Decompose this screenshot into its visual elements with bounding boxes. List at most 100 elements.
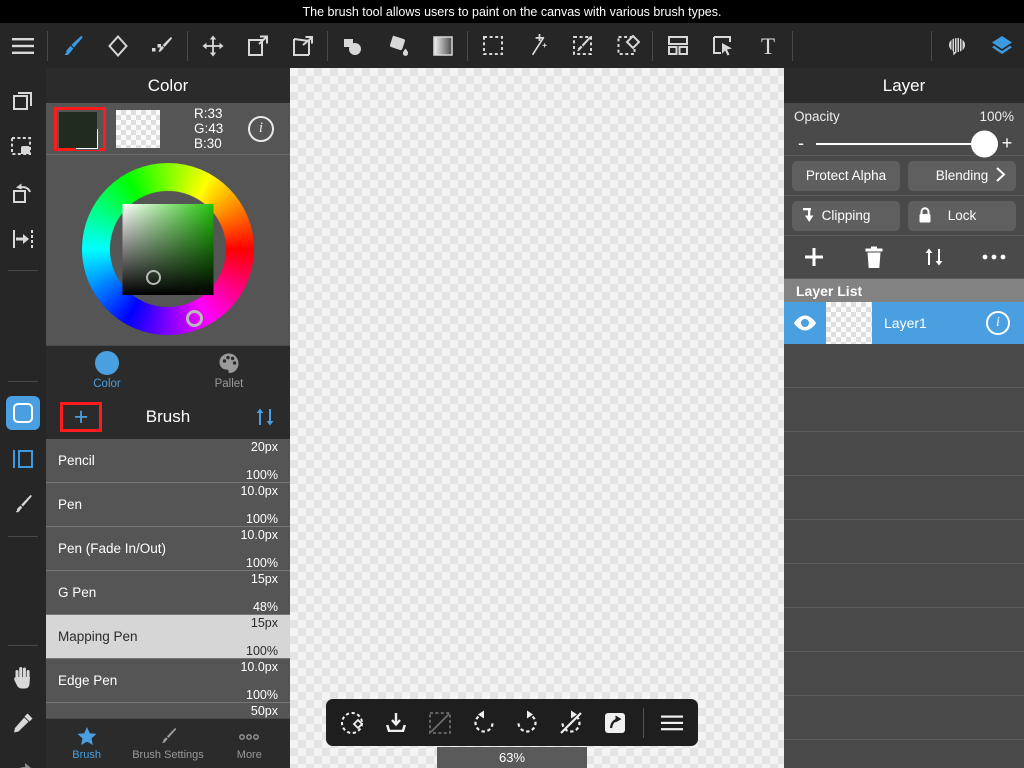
rotation-lock-icon[interactable] [549,699,593,746]
sv-cursor-icon[interactable] [146,270,161,285]
object-select-tool-icon[interactable] [700,23,745,68]
divide-frame-tool-icon[interactable] [655,23,700,68]
canvas-split-icon[interactable] [0,436,46,482]
drawing-canvas[interactable] [290,68,784,768]
more-layer-options-button[interactable] [964,252,1024,262]
tab-brush-label: Brush [72,749,101,761]
bucket-fill-tool-icon[interactable] [375,23,420,68]
rail-divider [8,270,38,271]
saturation-value-square[interactable] [123,204,214,295]
layer-visibility-icon[interactable] [784,314,826,332]
share-icon[interactable] [593,699,637,746]
opacity-increase-button[interactable]: + [1000,133,1014,154]
brush-name: Pen [58,497,82,512]
chevron-right-icon [995,167,1006,185]
more-dots-icon [235,726,263,747]
add-layer-button[interactable] [784,246,844,268]
canvas-icon[interactable] [0,390,46,436]
color-info-icon[interactable]: i [248,116,274,142]
layer-thumbnail[interactable] [826,302,872,344]
brush-panel-title: Brush [146,407,190,427]
reorder-layer-button[interactable] [904,246,964,268]
layer-list-item[interactable]: Layer1 i [784,302,1024,344]
deselect-icon[interactable] [418,699,462,746]
select-pen-tool-icon[interactable] [560,23,605,68]
flip-icon[interactable] [0,216,46,262]
clipping-label: Clipping [822,208,871,223]
reset-rotation-icon[interactable] [330,699,374,746]
menu-icon[interactable] [0,23,45,68]
speech-balloon-tool-icon[interactable] [934,23,979,68]
move-tool-icon[interactable] [190,23,235,68]
brush-list-item[interactable]: Mapping Pen 15px 100% [46,615,290,659]
foreground-color-swatch[interactable] [54,107,106,151]
magic-wand-tool-icon[interactable] [515,23,560,68]
layer-empty-row [784,608,1024,652]
redo-icon[interactable] [506,699,550,746]
hand-icon[interactable] [0,654,46,700]
undo-icon[interactable] [462,699,506,746]
brush-values: 10.0px 100% [240,483,278,527]
tab-pallet[interactable]: Pallet [168,346,290,395]
tab-brush-settings[interactable]: Brush Settings [127,719,208,768]
brush-list[interactable]: Pencil 20px 100% Pen 10.0px 100% Pen (Fa… [46,439,290,718]
brush-list-item[interactable]: Pen 10.0px 100% [46,483,290,527]
brush-list-item[interactable]: Pen (Fade In/Out) 10.0px 100% [46,527,290,571]
protect-alpha-button[interactable]: Protect Alpha [792,161,900,191]
clipping-button[interactable]: Clipping [792,201,900,231]
opacity-slider[interactable]: - + [794,133,1014,154]
layer-panel-title: Layer [784,68,1024,103]
lock-button[interactable]: Lock [908,201,1016,231]
brush-sort-icon[interactable] [254,406,276,428]
opacity-slider-knob[interactable] [971,130,998,157]
layer-list-header: Layer List [784,279,1024,302]
caption-bar: The brush tool allows users to paint on … [0,0,1024,23]
selection-paste-icon[interactable] [0,124,46,170]
tab-color[interactable]: Color [46,346,168,395]
hamburger-menu-icon[interactable] [650,699,694,746]
duplicate-icon[interactable] [0,78,46,124]
gradient-tool-icon[interactable] [420,23,465,68]
tab-pallet-label: Pallet [215,378,244,390]
canvas-floating-toolbar [326,699,698,746]
brush-list-item[interactable]: Edge Pen 10.0px 100% [46,659,290,703]
brush-list-item[interactable]: G Pen 15px 48% [46,571,290,615]
save-icon[interactable] [374,699,418,746]
opacity-slider-track[interactable] [816,143,992,145]
select-eraser-tool-icon[interactable] [605,23,650,68]
transparent-color-swatch[interactable] [116,110,160,148]
layer-empty-row [784,520,1024,564]
layer-info-icon[interactable]: i [986,311,1010,335]
brush-list-item[interactable]: 50px [46,703,290,718]
redo-icon[interactable] [0,746,46,768]
blend-tool-icon[interactable] [140,23,185,68]
rectangle-select-tool-icon[interactable] [470,23,515,68]
eraser-tool-icon[interactable] [95,23,140,68]
eyedropper-icon[interactable] [0,700,46,746]
tab-brush[interactable]: Brush [46,719,127,768]
brush-name: Pen (Fade In/Out) [58,541,166,556]
free-transform-tool-icon[interactable] [280,23,325,68]
layer-empty-row [784,564,1024,608]
transform-tool-icon[interactable] [235,23,280,68]
text-tool-icon[interactable]: T [745,23,790,68]
brush-tool-icon[interactable] [50,23,95,68]
rotate-icon[interactable] [0,170,46,216]
brush-size: 10.0px [240,660,278,674]
opacity-decrease-button[interactable]: - [794,133,808,154]
color-wheel-area[interactable] [46,155,290,345]
brush-values: 10.0px 100% [240,527,278,571]
shape-tool-icon[interactable] [330,23,375,68]
add-brush-button[interactable]: + [60,402,102,432]
blending-button[interactable]: Blending [908,161,1016,191]
hue-cursor-icon[interactable] [186,310,203,327]
brush-icon[interactable] [0,482,46,528]
delete-layer-button[interactable] [844,246,904,269]
tab-more[interactable]: More [209,719,290,768]
foreground-color-chip [59,112,97,148]
layer-button-row-1: Protect Alpha Blending [784,155,1024,195]
layers-tool-icon[interactable] [979,23,1024,68]
lock-label: Lock [948,208,977,223]
brush-list-item[interactable]: Pencil 20px 100% [46,439,290,483]
rail-divider [8,536,38,537]
